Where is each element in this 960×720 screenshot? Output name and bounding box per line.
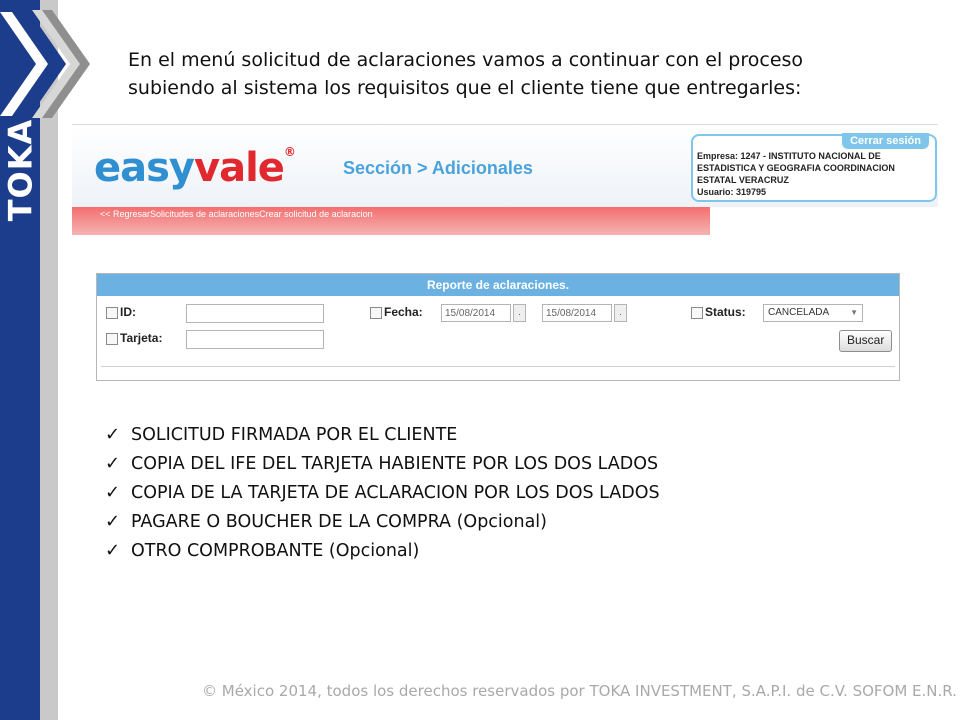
checkmark-icon: ✓ [105,511,121,532]
date-to-picker-button[interactable]: . [614,304,627,322]
footer-copyright: © México 2014, todos los derechos reserv… [202,682,957,700]
search-button[interactable]: Buscar [839,330,893,352]
checkmark-icon: ✓ [105,424,121,445]
card-checkbox[interactable] [106,333,118,345]
id-input[interactable] [186,304,324,323]
logo-part-easy: easy [94,145,195,191]
app-header: easyvale® Sección > Adicionales Cerrar s… [72,125,938,207]
logo-registered-mark: ® [283,145,296,159]
card-input[interactable] [186,330,324,349]
date-label: Fecha: [384,305,423,319]
session-company-line-2: ESTADISTICA Y GEOGRAFIA COORDINACION [697,163,895,173]
requirement-text: COPIA DEL IFE DEL TARJETA HABIENTE POR L… [131,453,659,474]
nav-link-solicitudes[interactable]: Solicitudes de aclaraciones [150,209,259,219]
section-title: Sección > Adicionales [343,158,533,178]
logout-button[interactable]: Cerrar sesión [842,133,929,149]
list-item: ✓ SOLICITUD FIRMADA POR EL CLIENTE [105,420,660,449]
date-from-picker-button[interactable]: . [513,304,526,322]
intro-line-1: En el menú solicitud de aclaraciones vam… [128,49,804,71]
requirement-text: OTRO COMPROBANTE (Opcional) [131,540,420,561]
easyvale-logo: easyvale® [94,145,296,191]
list-item: ✓ PAGARE O BOUCHER DE LA COMPRA (Opcional… [105,507,660,536]
list-item: ✓ OTRO COMPROBANTE (Opcional) [105,536,660,565]
checkmark-icon: ✓ [105,540,121,561]
date-to-input[interactable]: 15/08/2014 [542,304,612,322]
status-checkbox[interactable] [691,307,703,319]
session-details: Empresa: 1247 - INSTITUTO NACIONAL DE ES… [697,150,929,198]
session-user: Usuario: 319795 [697,187,767,197]
status-label: Status: [705,305,746,319]
nav-link-crear-solicitud[interactable]: Crear solicitud de aclaracion [259,209,373,219]
session-info-box: Cerrar sesión Empresa: 1247 - INSTITUTO … [691,133,937,202]
date-checkbox[interactable] [370,307,382,319]
app-screenshot: easyvale® Sección > Adicionales Cerrar s… [72,124,938,395]
nav-bar: << RegresarSolicitudes de aclaracionesCr… [72,207,710,235]
checkmark-icon: ✓ [105,453,121,474]
requirement-text: COPIA DE LA TARJETA DE ACLARACION POR LO… [131,482,660,503]
report-title: Reporte de aclaraciones. [97,274,899,296]
id-checkbox[interactable] [106,307,118,319]
intro-line-2: subiendo al sistema los requisitos que e… [128,77,802,99]
brand-wordmark: TOKA [1,119,39,222]
status-select[interactable]: CANCELADA ▼ [763,304,863,322]
nav-links: << RegresarSolicitudes de aclaracionesCr… [100,209,373,219]
requirement-text: PAGARE O BOUCHER DE LA COMPRA (Opcional) [131,511,548,532]
date-from-input[interactable]: 15/08/2014 [441,304,511,322]
report-panel: Reporte de aclaraciones. ID: Tarjeta: Fe… [96,273,900,381]
brand-word-text: TOKA [1,118,39,222]
id-label: ID: [120,305,136,319]
checkmark-icon: ✓ [105,482,121,503]
session-company-line-1: Empresa: 1247 - INSTITUTO NACIONAL DE [697,151,881,161]
list-item: ✓ COPIA DE LA TARJETA DE ACLARACION POR L… [105,478,660,507]
logo-part-vale: vale [194,145,285,191]
list-item: ✓ COPIA DEL IFE DEL TARJETA HABIENTE POR … [105,449,660,478]
chevron-logo-icon [0,10,90,118]
intro-text: En el menú solicitud de aclaraciones vam… [128,46,828,102]
requirement-text: SOLICITUD FIRMADA POR EL CLIENTE [131,424,458,445]
session-company-line-3: ESTATAL VERACRUZ [697,175,789,185]
report-divider [101,366,895,367]
nav-back-link[interactable]: << Regresar [100,209,150,219]
requirements-list: ✓ SOLICITUD FIRMADA POR EL CLIENTE ✓ COPIA… [105,420,660,565]
status-select-value: CANCELADA [768,307,830,318]
chevron-down-icon: ▼ [850,308,858,317]
card-label: Tarjeta: [120,331,163,345]
